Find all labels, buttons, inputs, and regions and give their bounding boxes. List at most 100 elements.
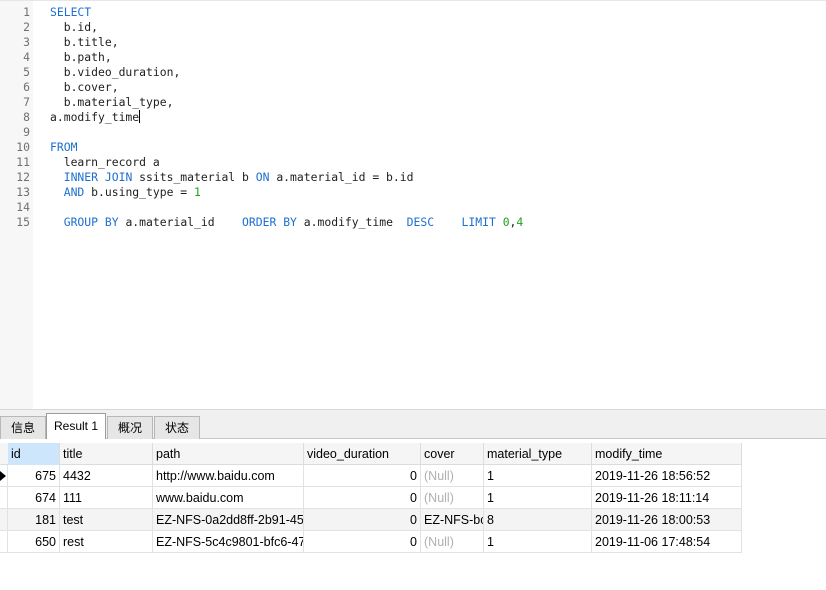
row-indicator[interactable] <box>0 487 8 509</box>
cell-modify-time[interactable]: 2019-11-26 18:11:14 <box>592 487 742 509</box>
cell-modify-time[interactable]: 2019-11-06 17:48:54 <box>592 531 742 553</box>
cell-path[interactable]: EZ-NFS-5c4c9801-bfc6-47 <box>153 531 304 553</box>
cell-cover[interactable]: (Null) <box>421 531 484 553</box>
tab-overview[interactable]: 概况 <box>107 416 153 440</box>
code-line[interactable]: 4 b.path, <box>0 50 826 65</box>
code-line[interactable]: 11 learn_record a <box>0 155 826 170</box>
cell-path[interactable]: http://www.baidu.com <box>153 465 304 487</box>
cell-cover[interactable]: (Null) <box>421 487 484 509</box>
code-line[interactable]: 8 a.modify_time <box>0 110 826 125</box>
code-line[interactable]: 6 b.cover, <box>0 80 826 95</box>
code-text[interactable]: GROUP BY a.material_id ORDER BY a.modify… <box>50 215 524 230</box>
sql-token: b.using_type = <box>84 185 195 199</box>
code-line[interactable]: 9 <box>0 125 826 140</box>
sql-token: b.id, <box>50 20 99 34</box>
cell-video-duration[interactable]: 0 <box>304 509 421 531</box>
sql-editor[interactable]: 1 SELECT 2 b.id, 3 b.title, 4 b.path, 5 b.vid… <box>0 0 826 410</box>
table-row[interactable]: 674 111 www.baidu.com 0 (Null) 1 2019-11… <box>0 487 742 509</box>
column-header-title[interactable]: title <box>60 443 153 465</box>
code-line[interactable]: 1 SELECT <box>0 5 826 20</box>
sql-keyword: SELECT <box>50 5 92 19</box>
code-line[interactable]: 10 FROM <box>0 140 826 155</box>
result-grid[interactable]: id title path video_duration cover mater… <box>0 439 826 590</box>
line-number: 8 <box>23 110 30 124</box>
cell-id[interactable]: 674 <box>8 487 60 509</box>
code-text[interactable]: b.id, <box>50 20 98 35</box>
line-number: 5 <box>23 65 30 79</box>
table-row[interactable]: 675 4432 http://www.baidu.com 0 (Null) 1… <box>0 465 742 487</box>
code-text[interactable]: a.modify_time <box>50 110 141 125</box>
column-header-path[interactable]: path <box>153 443 304 465</box>
code-text[interactable]: INNER JOIN ssits_material b ON a.materia… <box>50 170 414 185</box>
column-header-modify-time[interactable]: modify_time <box>592 443 742 465</box>
cell-modify-time[interactable]: 2019-11-26 18:56:52 <box>592 465 742 487</box>
cell-title[interactable]: test <box>60 509 153 531</box>
code-text[interactable]: b.video_duration, <box>50 65 181 80</box>
grid-header: id title path video_duration cover mater… <box>0 443 742 465</box>
line-number: 6 <box>23 80 30 94</box>
code-line[interactable]: 3 b.title, <box>0 35 826 50</box>
code-text[interactable]: b.material_type, <box>50 95 174 110</box>
code-text[interactable]: learn_record a <box>50 155 160 170</box>
tab-info[interactable]: 信息 <box>0 416 46 440</box>
cell-title[interactable]: 111 <box>60 487 153 509</box>
code-line[interactable]: 2 b.id, <box>0 20 826 35</box>
code-line[interactable]: 15 GROUP BY a.material_id ORDER BY a.mod… <box>0 215 826 230</box>
line-number: 15 <box>16 215 30 229</box>
column-header-id[interactable]: id <box>8 443 60 465</box>
line-number: 12 <box>16 170 30 184</box>
tab-result-1[interactable]: Result 1 <box>46 413 106 441</box>
code-text[interactable]: b.path, <box>50 50 112 65</box>
sql-keyword: AND <box>63 185 85 199</box>
sql-token: a.modify_time <box>50 110 140 124</box>
sql-token: a.material_id <box>118 215 243 229</box>
cell-material-type[interactable]: 1 <box>484 487 592 509</box>
code-line[interactable]: 13 AND b.using_type = 1 <box>0 185 826 200</box>
row-indicator[interactable] <box>0 531 8 553</box>
sql-keyword: INNER JOIN <box>63 170 133 184</box>
cell-path[interactable]: www.baidu.com <box>153 487 304 509</box>
code-line[interactable]: 5 b.video_duration, <box>0 65 826 80</box>
column-header-video-duration[interactable]: video_duration <box>304 443 421 465</box>
table-row[interactable]: 650 rest EZ-NFS-5c4c9801-bfc6-47 0 (Null… <box>0 531 742 553</box>
code-line[interactable]: 12 INNER JOIN ssits_material b ON a.mate… <box>0 170 826 185</box>
code-text[interactable]: SELECT <box>50 5 91 20</box>
sql-token: b.title, <box>50 35 119 49</box>
sql-token: a.material_id = b.id <box>269 170 414 184</box>
code-line[interactable]: 7 b.material_type, <box>0 95 826 110</box>
line-number: 1 <box>23 5 30 19</box>
code-text[interactable]: b.cover, <box>50 80 119 95</box>
sql-token: learn_record a <box>50 155 160 169</box>
cell-id[interactable]: 650 <box>8 531 60 553</box>
cell-material-type[interactable]: 1 <box>484 531 592 553</box>
column-header-material-type[interactable]: material_type <box>484 443 592 465</box>
cell-id[interactable]: 181 <box>8 509 60 531</box>
code-text[interactable]: b.title, <box>50 35 119 50</box>
cell-video-duration[interactable]: 0 <box>304 465 421 487</box>
cell-title[interactable]: rest <box>60 531 153 553</box>
row-indicator[interactable] <box>0 509 8 531</box>
cell-cover[interactable]: EZ-NFS-bc <box>421 509 484 531</box>
cell-modify-time[interactable]: 2019-11-26 18:00:53 <box>592 509 742 531</box>
code-text[interactable]: AND b.using_type = 1 <box>50 185 201 200</box>
cell-video-duration[interactable]: 0 <box>304 487 421 509</box>
sql-keyword: ORDER BY <box>242 215 297 229</box>
cell-material-type[interactable]: 8 <box>484 509 592 531</box>
row-indicator[interactable] <box>0 465 8 487</box>
cell-material-type[interactable]: 1 <box>484 465 592 487</box>
code-line[interactable]: 14 <box>0 200 826 215</box>
sql-number: 4 <box>516 215 524 229</box>
cell-video-duration[interactable]: 0 <box>304 531 421 553</box>
cell-id[interactable]: 675 <box>8 465 60 487</box>
line-number: 11 <box>16 155 30 169</box>
tab-status[interactable]: 状态 <box>154 416 200 440</box>
column-header-cover[interactable]: cover <box>421 443 484 465</box>
table-row[interactable]: 181 test EZ-NFS-0a2dd8ff-2b91-45 0 EZ-NF… <box>0 509 742 531</box>
cell-cover[interactable]: (Null) <box>421 465 484 487</box>
sql-token: a.modify_time <box>296 215 407 229</box>
cell-title[interactable]: 4432 <box>60 465 153 487</box>
cell-path[interactable]: EZ-NFS-0a2dd8ff-2b91-45 <box>153 509 304 531</box>
code-text[interactable]: FROM <box>50 140 77 155</box>
